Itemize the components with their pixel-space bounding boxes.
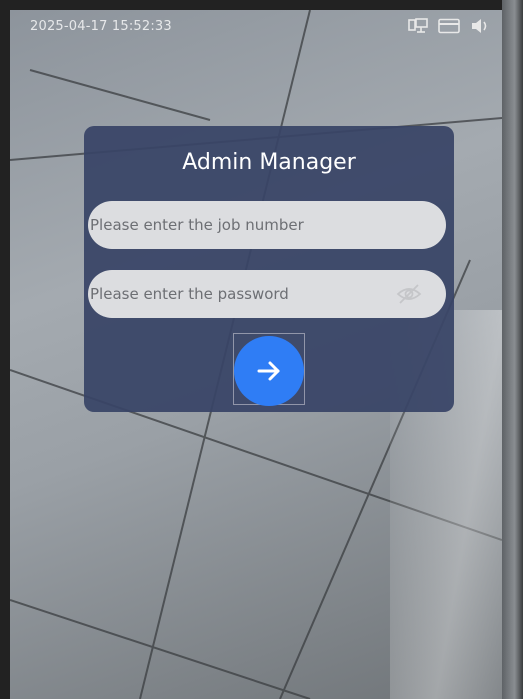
arrow-right-icon	[234, 356, 304, 386]
submit-button[interactable]	[234, 336, 304, 406]
status-bar: 2025-04-17 15:52:33	[10, 10, 502, 46]
screen: 2025-04-17 15:52:33 Admin Manager Please…	[10, 10, 502, 699]
device-frame: 2025-04-17 15:52:33 Admin Manager Please…	[0, 0, 523, 699]
volume-icon	[470, 18, 490, 34]
status-datetime: 2025-04-17 15:52:33	[30, 19, 172, 34]
dialog-title: Admin Manager	[182, 150, 356, 175]
eye-hidden-icon[interactable]	[396, 282, 422, 306]
password-input[interactable]	[88, 270, 446, 318]
status-icons	[408, 18, 490, 34]
admin-login-dialog: Admin Manager	[84, 126, 454, 412]
network-icon	[408, 18, 428, 34]
device-bezel-edge	[502, 0, 523, 699]
card-icon	[438, 18, 460, 34]
job-number-input[interactable]	[88, 201, 446, 249]
